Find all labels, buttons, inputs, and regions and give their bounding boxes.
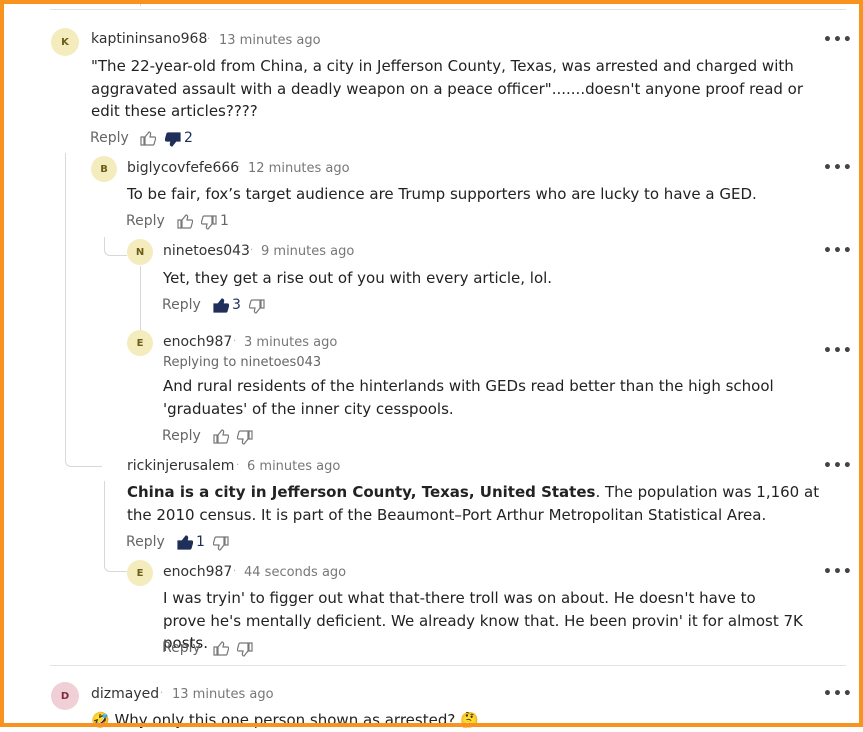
reply-button[interactable]: Reply	[162, 297, 201, 313]
separator-dot: ·	[160, 688, 164, 699]
more-options-icon[interactable]: •••	[823, 458, 853, 474]
more-options-icon[interactable]: •••	[823, 32, 853, 48]
more-options-icon[interactable]: •••	[823, 564, 853, 580]
comment-body: And rural residents of the hinterlands w…	[163, 377, 774, 418]
avatar-initial: D	[60, 690, 70, 702]
thumbs-up-icon[interactable]	[213, 429, 229, 444]
dislike-count: 1	[220, 213, 229, 229]
replying-to-label[interactable]: Replying to ninetoes043	[163, 355, 321, 370]
separator-dot: ·	[250, 245, 254, 256]
thumbs-up-icon[interactable]	[177, 214, 193, 229]
reply-button[interactable]: Reply	[90, 130, 129, 146]
comment-body: "The 22-year-old from China, a city in J…	[91, 57, 804, 120]
thumbs-up-icon[interactable]	[177, 535, 193, 550]
more-options-icon[interactable]: •••	[823, 243, 853, 259]
separator-dot: ·	[236, 460, 240, 471]
comment-username[interactable]: ninetoes043	[163, 243, 250, 259]
like-count: 3	[232, 297, 241, 313]
thumbs-up-icon[interactable]	[140, 131, 156, 146]
avatar[interactable]: N	[127, 239, 153, 265]
comment-timestamp[interactable]: 12 minutes ago	[248, 161, 350, 176]
separator-dot: ·	[237, 162, 241, 173]
thumbs-up-icon[interactable]	[213, 641, 229, 656]
comment-username[interactable]: enoch987	[163, 564, 232, 580]
comment-username[interactable]: kaptininsano968	[91, 31, 207, 47]
avatar[interactable]: E	[127, 330, 153, 356]
thread-line-previous-2	[186, 0, 187, 4]
avatar-initial: E	[136, 567, 144, 579]
avatar[interactable]: K	[51, 28, 79, 56]
more-options-icon[interactable]: •••	[823, 686, 853, 702]
reply-button[interactable]: Reply	[126, 213, 165, 229]
comment-body: Yet, they get a rise out of you with eve…	[163, 269, 553, 287]
comment-timestamp[interactable]: 9 minutes ago	[261, 244, 354, 259]
thumbs-down-icon[interactable]	[201, 215, 217, 230]
comment-username[interactable]: biglycovfefe666	[127, 160, 239, 176]
thread-line-level2b	[104, 481, 127, 572]
comment-timestamp[interactable]: 13 minutes ago	[219, 33, 321, 48]
comment-timestamp[interactable]: 3 minutes ago	[244, 335, 337, 350]
separator-dot: ·	[233, 566, 237, 577]
comment-body: To be fair, fox’s target audience are Tr…	[127, 185, 757, 203]
reply-button[interactable]: Reply	[162, 428, 201, 444]
comment-username[interactable]: rickinjerusalem	[127, 458, 234, 474]
avatar-initial: K	[61, 36, 69, 48]
avatar-initial: N	[135, 246, 145, 258]
separator-dot: ·	[207, 34, 211, 45]
like-count: 1	[196, 534, 205, 550]
thumbs-up-icon[interactable]	[213, 298, 229, 313]
comment-body: I was tryin' to figger out what that-the…	[163, 589, 803, 652]
thread-line-level2-cont	[140, 266, 141, 334]
comment-username[interactable]: dizmayed	[91, 686, 159, 702]
avatar[interactable]: E	[127, 560, 153, 586]
thread-line-level1	[65, 153, 102, 467]
top-divider	[50, 9, 846, 10]
comment-divider	[50, 665, 846, 666]
thread-line-level2	[104, 237, 127, 256]
comment-body: China is a city in Jefferson County, Tex…	[127, 481, 827, 526]
avatar-initial: E	[136, 337, 144, 349]
thumbs-down-icon[interactable]	[237, 642, 253, 657]
avatar[interactable]: B	[91, 156, 117, 182]
separator-dot: ·	[233, 336, 237, 347]
thumbs-down-icon[interactable]	[249, 299, 265, 314]
comment-timestamp[interactable]: 13 minutes ago	[172, 687, 274, 702]
thread-line-previous	[140, 0, 141, 6]
comment-username[interactable]: enoch987	[163, 334, 232, 350]
more-options-icon[interactable]: •••	[823, 160, 853, 176]
dislike-count: 2	[184, 130, 193, 146]
avatar-initial: B	[100, 163, 108, 175]
thumbs-down-icon[interactable]	[165, 132, 181, 147]
comment-body-bold: China is a city in Jefferson County, Tex…	[127, 483, 596, 501]
thumbs-down-icon[interactable]	[237, 430, 253, 445]
reply-button[interactable]: Reply	[162, 640, 201, 656]
comment-body: 🤣 Why only this one person shown as arre…	[91, 711, 479, 729]
comment-timestamp[interactable]: 6 minutes ago	[247, 459, 340, 474]
reply-button[interactable]: Reply	[126, 534, 165, 550]
more-options-icon[interactable]: •••	[823, 343, 853, 359]
avatar[interactable]: D	[51, 682, 79, 710]
thumbs-down-icon[interactable]	[213, 536, 229, 551]
comment-timestamp[interactable]: 44 seconds ago	[244, 565, 346, 580]
